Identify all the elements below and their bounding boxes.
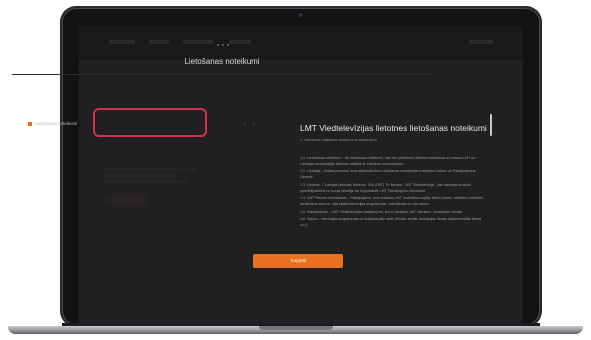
background-line — [105, 174, 175, 177]
document-paragraph: 1.1. Lietošanas noteikumi – šie lietošan… — [300, 156, 476, 166]
top-navigation — [79, 26, 523, 60]
background-button — [105, 196, 147, 204]
document-paragraph: 1.4. LMT Pieņem vienošanos – Pakalpojums… — [300, 196, 483, 206]
nav-item — [183, 40, 213, 44]
document-paragraph: 1.6. Saturs – televīzijas programmas un … — [300, 217, 482, 228]
nav-item — [149, 40, 169, 44]
document-body[interactable]: 1.1. Lietošanas noteikumi – šie lietošan… — [300, 156, 486, 260]
document-subtitle: 1. Lietošanas noteikumu termini un to sk… — [300, 138, 377, 142]
modal-title: Lietošanas noteikumi — [184, 57, 260, 66]
bullet-icon — [28, 122, 32, 126]
more-icon — [213, 42, 233, 48]
document-paragraph: 1.3. Lietotne – "Latvijas Mobilais Telef… — [300, 182, 471, 193]
scrollbar[interactable] — [490, 114, 492, 136]
chevron-right-icon[interactable]: › — [253, 117, 255, 131]
accept-button[interactable]: Turpināt — [253, 254, 343, 268]
nav-item — [469, 40, 493, 44]
nav-item — [109, 40, 135, 44]
background-line — [105, 168, 195, 171]
camera-icon — [299, 13, 303, 17]
document-paragraph: 1.2. Lietotājs – fiziska persona, kura a… — [300, 169, 476, 180]
laptop-notch — [259, 326, 333, 330]
divider — [12, 74, 432, 75]
document-paragraph: 1.5. Pakalpojums – LMT Viedtelevīzijas p… — [300, 209, 464, 214]
background-line — [105, 180, 187, 183]
highlight-box — [93, 108, 207, 137]
chevron-left-icon[interactable]: ‹ — [244, 117, 246, 131]
tab-label: Lietošanas noteikumi — [35, 121, 78, 126]
document-title: LMT Viedtelevīzijas lietotnes lietošanas… — [300, 123, 487, 133]
background-heading — [105, 150, 185, 164]
